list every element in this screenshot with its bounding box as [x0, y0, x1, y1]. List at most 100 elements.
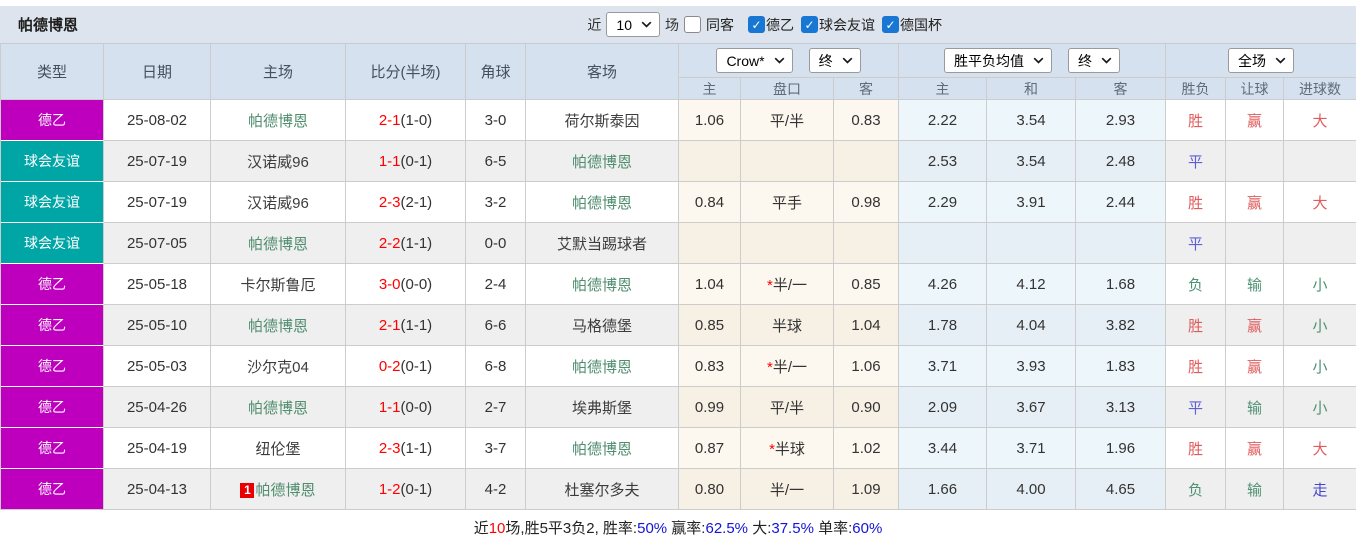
result-goals: 走: [1284, 469, 1356, 510]
avg-home-value: [899, 223, 987, 264]
summary-bar: 近10场,胜5平3负2, 胜率:50% 赢率:62.5% 大:37.5% 单率:…: [0, 510, 1356, 544]
odds-away-value: 1.09: [834, 469, 899, 510]
league-filter-cup: ✓ 德国杯: [882, 15, 942, 35]
cup-checkbox[interactable]: ✓: [882, 16, 899, 33]
match-row: 德乙 25-08-02 帕德博恩 2-1(1-0) 3-0 荷尔斯泰因 1.06…: [1, 100, 1356, 141]
avg-away-value: 2.48: [1076, 141, 1166, 182]
avg-away-value: 1.83: [1076, 346, 1166, 387]
same-away-checkbox[interactable]: [684, 16, 701, 33]
avg-draw-value: 3.91: [987, 182, 1076, 223]
full-time-score: 2-2: [378, 234, 401, 252]
home-team-cell: 帕德博恩: [211, 305, 346, 346]
home-team-name: 帕德博恩: [247, 399, 308, 417]
half-time-score: (1-0): [400, 111, 433, 129]
away-team-cell: 帕德博恩: [526, 182, 679, 223]
away-team-cell: 艾默当踢球者: [526, 223, 679, 264]
sub-odds-home: 主: [679, 78, 741, 100]
sub-avg-away: 客: [1076, 78, 1166, 100]
full-time-score: 2-3: [378, 439, 401, 457]
summary-segment: 60%: [852, 519, 883, 537]
half-time-score: (1-1): [400, 234, 433, 252]
result-goals: 小: [1284, 264, 1356, 305]
result-handicap: 赢: [1226, 428, 1284, 469]
half-time-score: (0-1): [400, 480, 433, 498]
result-goals: 小: [1284, 387, 1356, 428]
home-team-name: 汉诺威96: [247, 194, 309, 212]
half-time-score: (2-1): [400, 193, 433, 211]
away-team-cell: 埃弗斯堡: [526, 387, 679, 428]
avg-away-value: 3.82: [1076, 305, 1166, 346]
odds-away-value: [834, 141, 899, 182]
match-date: 25-07-19: [104, 182, 211, 223]
result-handicap: 赢: [1226, 182, 1284, 223]
sub-avg-draw: 和: [987, 78, 1076, 100]
avg-draw-value: 3.71: [987, 428, 1076, 469]
summary-segment: 单率:: [813, 519, 853, 537]
match-date: 25-07-19: [104, 141, 211, 182]
handicap-text: 平/半: [769, 399, 805, 417]
result-goals: [1284, 223, 1356, 264]
match-row: 德乙 25-04-19 纽伦堡 2-3(1-1) 3-7 帕德博恩 0.87 *…: [1, 428, 1356, 469]
match-date: 25-08-02: [104, 100, 211, 141]
de2-checkbox[interactable]: ✓: [748, 16, 765, 33]
chevron-down-icon: [641, 21, 652, 28]
half-time-score: (1-1): [400, 316, 433, 334]
match-date: 25-05-03: [104, 346, 211, 387]
odds-away-value: 1.04: [834, 305, 899, 346]
de2-label: 德乙: [766, 16, 794, 33]
odds-stage-select[interactable]: 终: [808, 48, 861, 73]
avg-draw-value: 3.54: [987, 141, 1076, 182]
avg-draw-value: 4.00: [987, 469, 1076, 510]
col-score: 比分(半场): [346, 44, 466, 100]
match-date: 25-05-18: [104, 264, 211, 305]
handicap-value: *平/半: [741, 100, 834, 141]
avg-stage-select[interactable]: 终: [1068, 48, 1120, 73]
result-goals: 大: [1284, 182, 1356, 223]
half-time-score: (1-1): [400, 439, 433, 457]
odds-home-value: 0.80: [679, 469, 741, 510]
same-away-label: 同客: [706, 16, 734, 33]
match-type-badge: 德乙: [1, 305, 104, 346]
home-team-cell: 1 帕德博恩: [211, 469, 346, 510]
odds-away-value: 1.02: [834, 428, 899, 469]
odds-home-value: 0.99: [679, 387, 741, 428]
team-match-history-panel: 帕德博恩 近 10 场 同客 ✓ 德乙 ✓ 球会友谊 ✓ 德国杯 类型 日期 主…: [0, 0, 1356, 546]
avg-home-value: 1.78: [899, 305, 987, 346]
friendly-checkbox[interactable]: ✓: [801, 16, 818, 33]
corner-score: 2-7: [466, 387, 526, 428]
summary-line: 近10场,胜5平3负2, 胜率:50% 赢率:62.5% 大:37.5% 单率:…: [474, 517, 883, 538]
chevron-down-icon: [1033, 57, 1044, 64]
away-team-cell: 帕德博恩: [526, 428, 679, 469]
result-wdl: 平: [1166, 387, 1226, 428]
result-handicap: 输: [1226, 469, 1284, 510]
full-time-score: 0-2: [378, 357, 401, 375]
scope-select[interactable]: 全场: [1228, 48, 1294, 73]
half-time-score: (0-1): [400, 357, 433, 375]
away-team-cell: 帕德博恩: [526, 346, 679, 387]
odds-home-value: [679, 141, 741, 182]
odds-away-value: 1.06: [834, 346, 899, 387]
avg-type-select[interactable]: 胜平负均值: [944, 48, 1052, 73]
home-team-name: 纽伦堡: [255, 440, 301, 458]
handicap-text: 半球: [774, 440, 805, 458]
avg-group-header: 胜平负均值 终: [899, 44, 1166, 78]
handicap-value: *半/一: [741, 264, 834, 305]
odds-home-value: 0.84: [679, 182, 741, 223]
bookmaker-select[interactable]: Crow*: [716, 48, 793, 73]
chevron-down-icon: [1275, 57, 1286, 64]
match-type-badge: 球会友谊: [1, 223, 104, 264]
match-count-value: 10: [616, 16, 632, 33]
sub-result-goals: 进球数: [1284, 78, 1356, 100]
score-cell: 3-0(0-0): [346, 264, 466, 305]
odds-home-value: [679, 223, 741, 264]
score-cell: 1-1(0-1): [346, 141, 466, 182]
match-type-badge: 球会友谊: [1, 141, 104, 182]
away-team-cell: 杜塞尔多夫: [526, 469, 679, 510]
corner-score: 6-8: [466, 346, 526, 387]
match-count-select[interactable]: 10: [606, 12, 660, 37]
match-type-badge: 德乙: [1, 100, 104, 141]
result-goals: 小: [1284, 305, 1356, 346]
col-home: 主场: [211, 44, 346, 100]
matches-label: 场: [665, 16, 679, 33]
home-team-name: 帕德博恩: [247, 235, 308, 253]
